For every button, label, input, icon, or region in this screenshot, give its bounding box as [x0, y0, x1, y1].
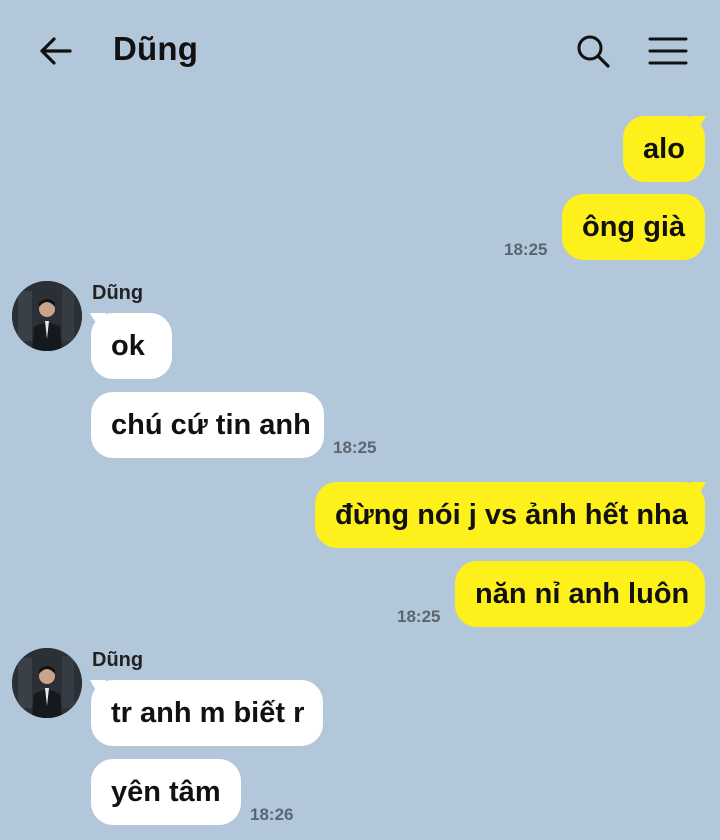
avatar[interactable] — [12, 648, 82, 718]
sender-name: Dũng — [92, 649, 144, 671]
message-text: chú cứ tin anh — [111, 409, 311, 441]
message-bubble-outgoing[interactable]: ông già — [562, 194, 705, 260]
message-bubble-incoming[interactable]: chú cứ tin anh — [91, 392, 324, 458]
chat-title: Dũng — [113, 30, 199, 67]
avatar-image — [12, 648, 82, 718]
search-icon — [577, 35, 610, 68]
arrow-left-icon — [40, 37, 72, 65]
bubble-tail — [690, 482, 706, 496]
message-text: tr anh m biết r — [111, 697, 305, 729]
sender-name: Dũng — [92, 282, 144, 304]
bubble-tail — [690, 116, 706, 130]
back-button[interactable] — [30, 26, 80, 76]
message-timestamp: 18:25 — [333, 438, 377, 457]
message-text: alo — [643, 133, 685, 165]
bubble-tail — [90, 313, 106, 327]
message-timestamp: 18:26 — [250, 805, 294, 824]
chat-header: Dũng — [0, 0, 720, 100]
hamburger-menu-icon — [648, 37, 688, 65]
message-bubble-outgoing[interactable]: năn nỉ anh luôn — [455, 561, 705, 627]
message-timestamp: 18:25 — [504, 240, 548, 259]
message-text: yên tâm — [111, 776, 221, 808]
avatar-image — [12, 281, 82, 351]
avatar[interactable] — [12, 281, 82, 351]
message-bubble-incoming[interactable]: tr anh m biết r — [91, 680, 323, 746]
message-text: đừng nói j vs ảnh hết nha — [335, 499, 688, 531]
search-button[interactable] — [568, 26, 618, 76]
message-text: ok — [111, 330, 145, 362]
message-bubble-incoming[interactable]: yên tâm — [91, 759, 241, 825]
message-timestamp: 18:25 — [397, 607, 441, 626]
bubble-tail — [90, 680, 106, 694]
menu-button[interactable] — [642, 26, 694, 76]
message-bubble-outgoing[interactable]: đừng nói j vs ảnh hết nha — [315, 482, 705, 548]
message-text: ông già — [582, 211, 686, 243]
message-text: năn nỉ anh luôn — [475, 578, 690, 610]
